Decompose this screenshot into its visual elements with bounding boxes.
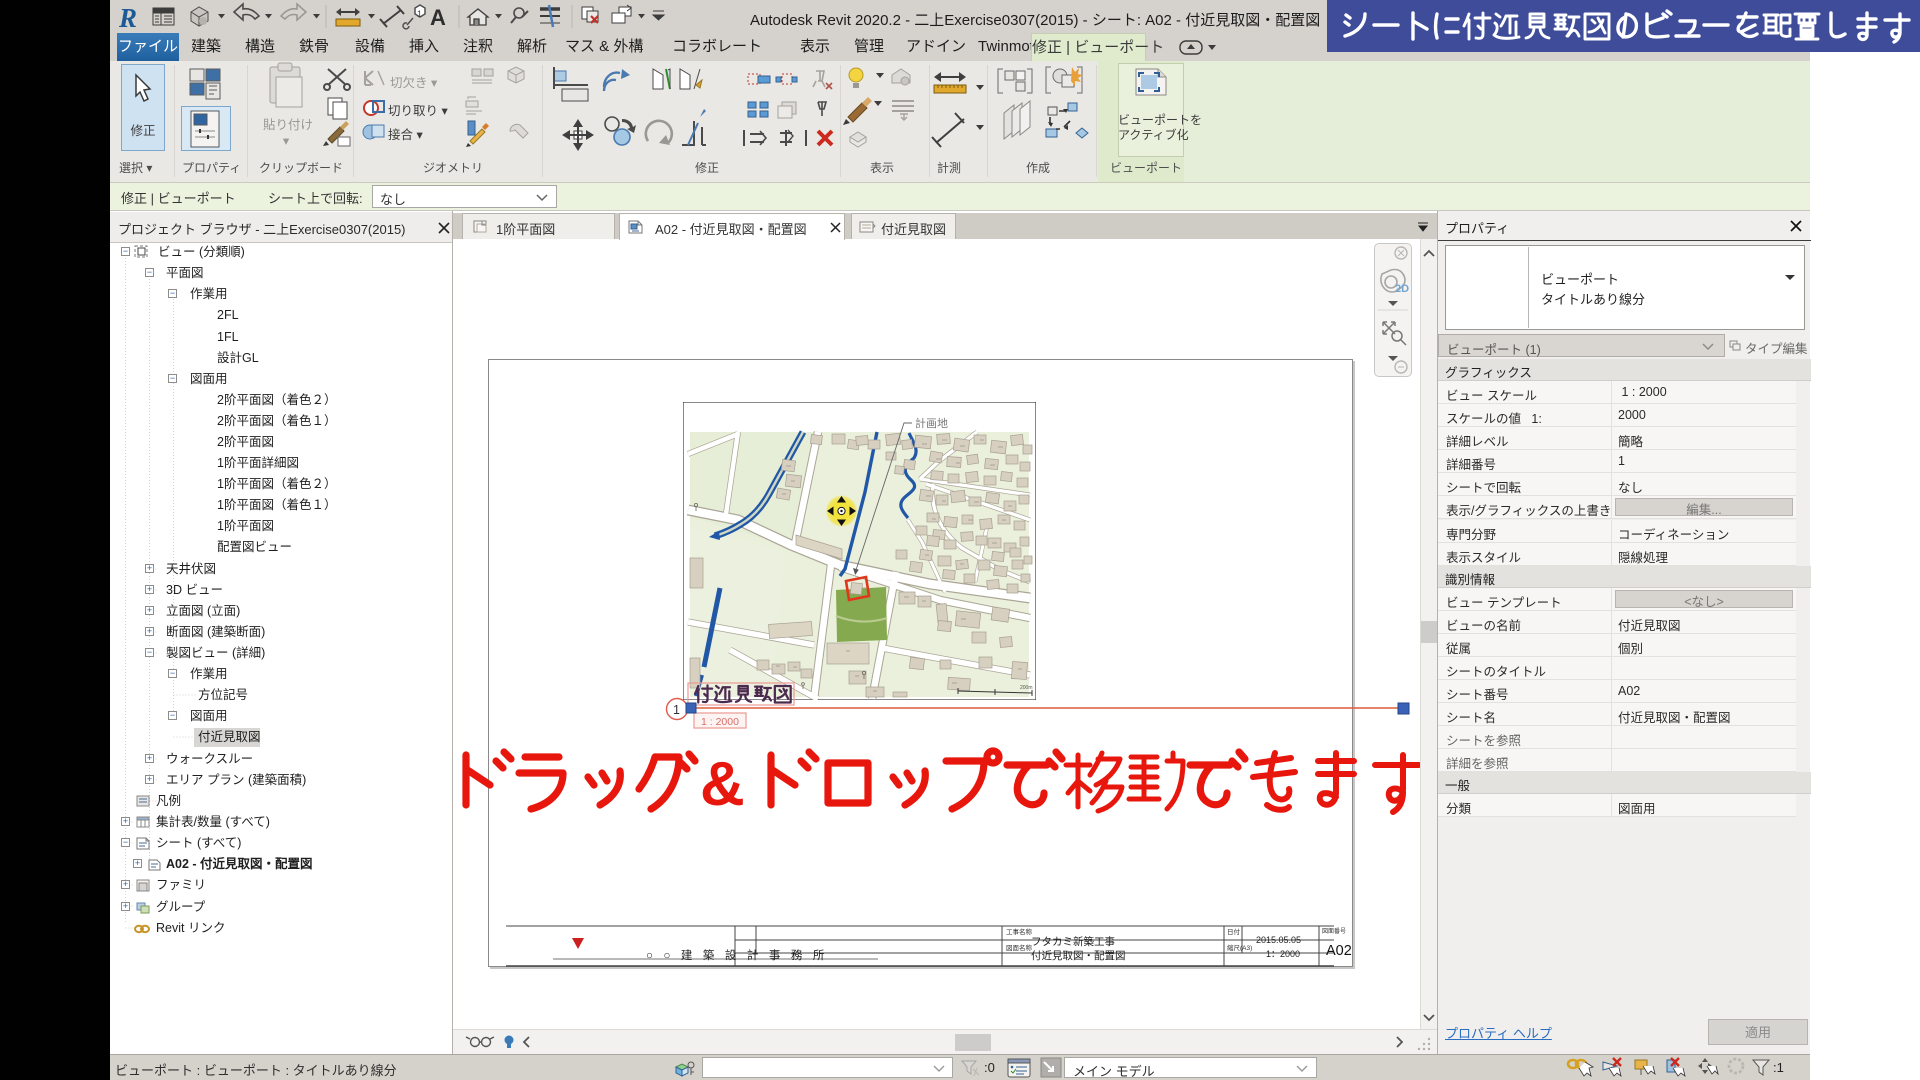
svg-text:1：2000: 1：2000 xyxy=(1266,949,1300,959)
svg-text:○○建築設計事務所: ○○建築設計事務所 xyxy=(646,948,835,962)
svg-text:2D: 2D xyxy=(1395,283,1409,295)
svg-text:A: A xyxy=(430,5,446,30)
svg-text:工事名称: 工事名称 xyxy=(1006,927,1033,936)
svg-text:2015.05.05: 2015.05.05 xyxy=(1256,935,1301,945)
svg-text:1: 1 xyxy=(673,703,680,717)
svg-text:1: 1 xyxy=(417,9,422,19)
svg-text:縮尺(A3): 縮尺(A3) xyxy=(1227,943,1252,952)
svg-text:図面番号: 図面番号 xyxy=(1322,928,1346,935)
svg-text:日付: 日付 xyxy=(1227,927,1241,936)
svg-text:フタカミ新築工事: フタカミ新築工事 xyxy=(1031,935,1115,948)
svg-text:R: R xyxy=(118,3,137,33)
svg-text:A02: A02 xyxy=(1326,943,1352,959)
svg-text:図面名称: 図面名称 xyxy=(1006,943,1033,952)
svg-text:&: & xyxy=(700,750,745,817)
svg-text:計画地: 計画地 xyxy=(915,416,948,430)
svg-text::1: :1 xyxy=(1773,1060,1784,1075)
svg-text:1 : 2000: 1 : 2000 xyxy=(701,716,739,728)
svg-text:付近見取図・配置図: 付近見取図・配置図 xyxy=(1031,949,1126,962)
